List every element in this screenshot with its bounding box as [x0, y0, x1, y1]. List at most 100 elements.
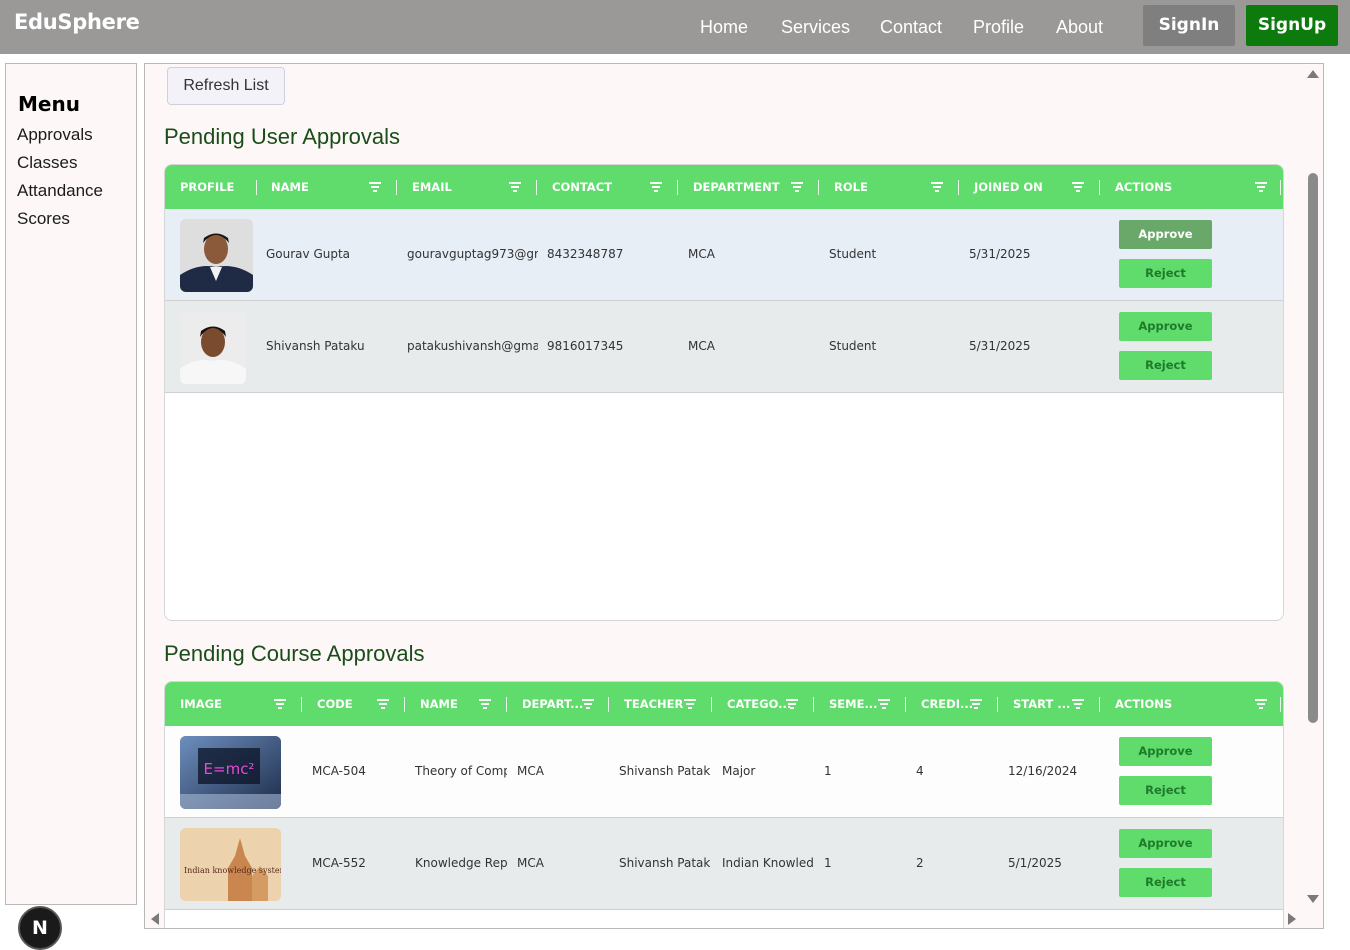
reject-button[interactable]: Reject [1119, 868, 1212, 897]
column-header-joined-on[interactable]: JOINED ON [959, 165, 1043, 209]
column-header-actions[interactable]: ACTIONS [1100, 682, 1172, 726]
user-role: Student [829, 339, 877, 353]
scroll-right-arrow-icon[interactable] [1288, 913, 1296, 925]
column-header-name[interactable]: NAME [256, 165, 309, 209]
signin-button[interactable]: SignIn [1143, 5, 1235, 46]
user-contact: 8432348787 [547, 247, 624, 261]
filter-icon[interactable] [684, 699, 696, 709]
nav-link-services[interactable]: Services [781, 17, 850, 38]
approve-button[interactable]: Approve [1119, 737, 1212, 766]
user-department: MCA [688, 339, 715, 353]
table-row[interactable]: Shivansh Pataku patakushivansh@gmai 9816… [165, 301, 1283, 393]
column-header-role[interactable]: ROLE [819, 165, 868, 209]
course-credits: 4 [916, 764, 924, 778]
course-code: MCA-504 [312, 764, 366, 778]
scroll-up-arrow-icon[interactable] [1307, 70, 1319, 78]
reject-button[interactable]: Reject [1119, 776, 1212, 805]
column-header-code[interactable]: CODE [302, 682, 353, 726]
column-header-semester[interactable]: SEME... [814, 682, 878, 726]
scroll-down-arrow-icon[interactable] [1307, 895, 1319, 903]
vertical-scrollbar[interactable] [1307, 65, 1321, 910]
column-header-department[interactable]: DEPART... [507, 682, 583, 726]
nav-link-about[interactable]: About [1056, 17, 1103, 38]
nav-link-profile[interactable]: Profile [973, 17, 1024, 38]
column-header-start[interactable]: START ... [998, 682, 1070, 726]
approve-button[interactable]: Approve [1119, 312, 1212, 341]
course-code: MCA-552 [312, 856, 366, 870]
user-email: patakushivansh@gmai [407, 339, 538, 353]
filter-icon[interactable] [786, 699, 798, 709]
column-separator[interactable] [1280, 697, 1281, 712]
course-credits: 2 [916, 856, 924, 870]
course-start: 5/1/2025 [1008, 856, 1062, 870]
filter-icon[interactable] [931, 182, 943, 192]
column-header-image[interactable]: IMAGE [165, 682, 222, 726]
column-header-credits[interactable]: CREDI... [906, 682, 973, 726]
filter-icon[interactable] [650, 182, 662, 192]
course-image: E=mc² [180, 736, 281, 809]
filter-icon[interactable] [1072, 182, 1084, 192]
course-image-text: E=mc² [204, 760, 255, 778]
course-department: MCA [517, 856, 544, 870]
filter-icon[interactable] [1255, 182, 1267, 192]
refresh-list-button[interactable]: Refresh List [167, 67, 285, 105]
filter-icon[interactable] [878, 699, 890, 709]
column-header-profile[interactable]: PROFILE [165, 165, 234, 209]
column-header-department[interactable]: DEPARTMENT [678, 165, 780, 209]
column-header-category[interactable]: CATEGO... [712, 682, 791, 726]
course-image: Indian knowledge system [180, 828, 281, 901]
course-category: Major [722, 764, 756, 778]
user-department: MCA [688, 247, 715, 261]
table-row[interactable]: E=mc² MCA-504 Theory of Compu MCA Shivan… [165, 726, 1283, 818]
user-grid-header: PROFILE NAME EMAIL CONTACT DEPARTMENT RO… [165, 165, 1283, 209]
filter-icon[interactable] [970, 699, 982, 709]
sidebar-title: Menu [18, 92, 80, 116]
filter-icon[interactable] [1255, 699, 1267, 709]
scrollbar-thumb[interactable] [1308, 173, 1318, 723]
column-header-actions[interactable]: ACTIONS [1100, 165, 1172, 209]
column-header-email[interactable]: EMAIL [397, 165, 452, 209]
table-row[interactable]: Gourav Gupta gouravguptag973@gm 84323487… [165, 209, 1283, 301]
course-name: Knowledge Repre [415, 856, 507, 870]
filter-icon[interactable] [509, 182, 521, 192]
column-header-course-name[interactable]: NAME [405, 682, 458, 726]
filter-icon[interactable] [791, 182, 803, 192]
sidebar-item-approvals[interactable]: Approvals [17, 125, 93, 145]
sidebar-item-classes[interactable]: Classes [17, 153, 77, 173]
filter-icon[interactable] [582, 699, 594, 709]
sidebar-item-scores[interactable]: Scores [17, 209, 70, 229]
next-dev-badge[interactable]: N [18, 906, 62, 950]
nav-link-home[interactable]: Home [700, 17, 748, 38]
sidebar: Menu Approvals Classes Attandance Scores [5, 63, 137, 905]
user-role: Student [829, 247, 877, 261]
column-header-contact[interactable]: CONTACT [537, 165, 612, 209]
reject-button[interactable]: Reject [1119, 351, 1212, 380]
user-approvals-title: Pending User Approvals [164, 124, 401, 149]
reject-button[interactable]: Reject [1119, 259, 1212, 288]
column-header-teacher[interactable]: TEACHER [609, 682, 683, 726]
user-approvals-grid: PROFILE NAME EMAIL CONTACT DEPARTMENT RO… [164, 164, 1284, 621]
approve-button[interactable]: Approve [1119, 220, 1212, 249]
user-email: gouravguptag973@gm [407, 247, 538, 261]
course-image-text: Indian knowledge system [184, 866, 281, 875]
top-navbar: EduSphere Home Services Contact Profile … [0, 0, 1350, 54]
course-approvals-title: Pending Course Approvals [164, 641, 425, 666]
nav-link-contact[interactable]: Contact [880, 17, 942, 38]
course-approvals-grid: IMAGE CODE NAME DEPART... TEACHER CATEGO… [164, 681, 1284, 928]
sidebar-item-attendance[interactable]: Attandance [17, 181, 103, 201]
filter-icon[interactable] [369, 182, 381, 192]
filter-icon[interactable] [274, 699, 286, 709]
filter-icon[interactable] [377, 699, 389, 709]
brand-logo[interactable]: EduSphere [14, 10, 140, 34]
avatar [180, 219, 253, 292]
filter-icon[interactable] [1072, 699, 1084, 709]
course-category: Indian Knowledge [722, 856, 814, 870]
signup-button[interactable]: SignUp [1246, 5, 1338, 46]
table-row[interactable]: Indian knowledge system MCA-552 Knowledg… [165, 818, 1283, 910]
scroll-left-arrow-icon[interactable] [151, 913, 159, 925]
course-start: 12/16/2024 [1008, 764, 1078, 778]
approve-button[interactable]: Approve [1119, 829, 1212, 858]
filter-icon[interactable] [479, 699, 491, 709]
course-name: Theory of Compu [415, 764, 507, 778]
column-separator[interactable] [1280, 180, 1281, 195]
